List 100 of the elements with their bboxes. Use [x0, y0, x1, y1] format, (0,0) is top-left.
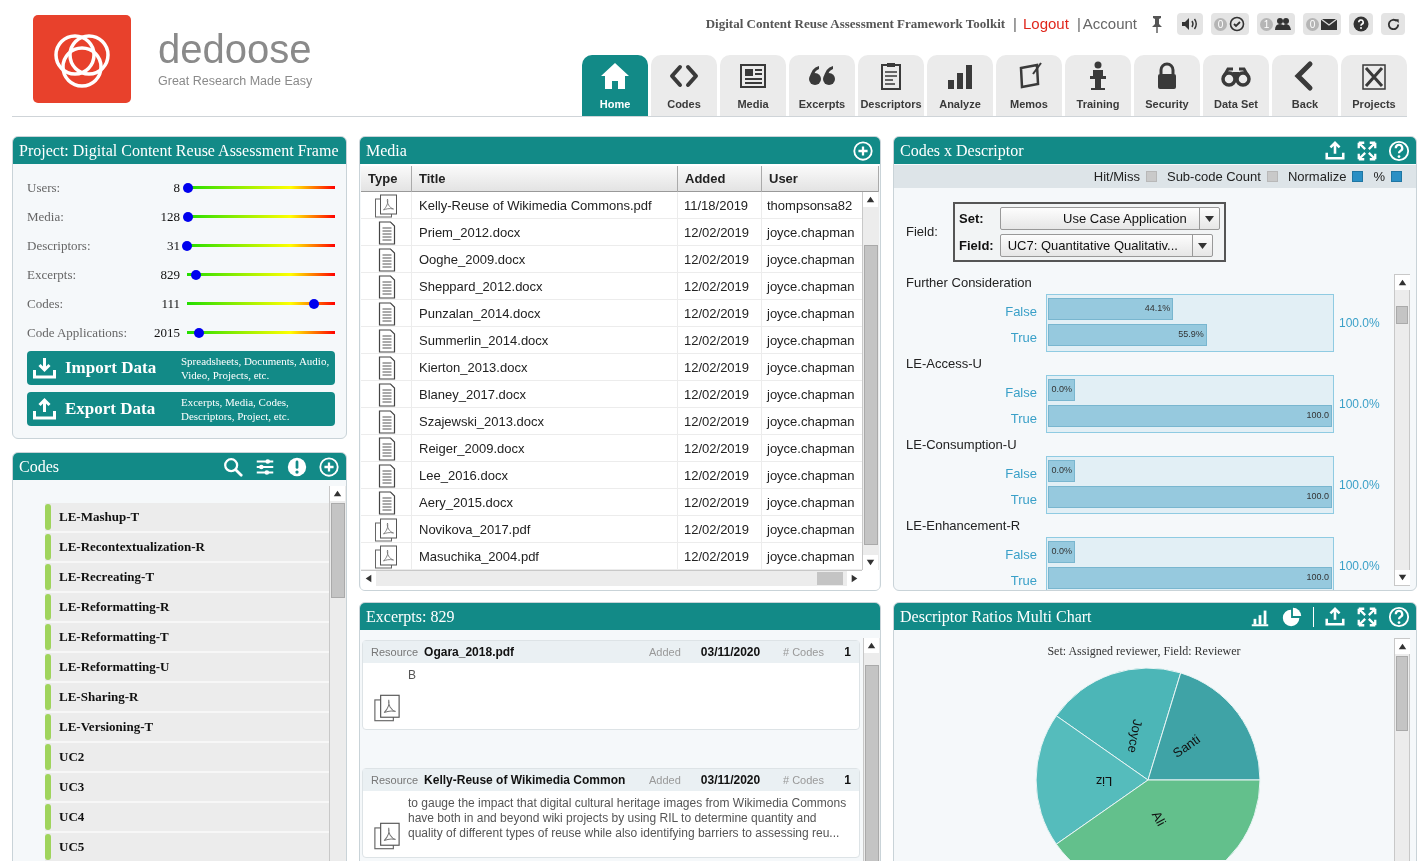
scrollbar[interactable]: [329, 486, 346, 861]
scrollbar-thumb[interactable]: [331, 503, 345, 598]
scroll-down-icon[interactable]: [863, 555, 878, 570]
pie-slice[interactable]: [1055, 779, 1261, 860]
pie-slice[interactable]: [1035, 715, 1149, 845]
nav-tab[interactable]: Data Set: [1203, 55, 1269, 116]
upload-icon[interactable]: [1324, 605, 1346, 628]
chart-subtitle: Set: Assigned reviewer, Field: Reviewer: [1046, 643, 1242, 660]
button-label: Import Data: [65, 357, 158, 380]
meter-thumb[interactable]: [182, 240, 192, 251]
column-header[interactable]: Title: [412, 166, 678, 192]
scroll-up-icon[interactable]: [863, 192, 878, 207]
checkbox[interactable]: [1391, 171, 1402, 182]
nav-tab[interactable]: Analyze: [927, 55, 993, 116]
refresh-button[interactable]: [1381, 13, 1405, 35]
table-cell: Kierton_2013.docx: [412, 354, 678, 381]
button-label: Export Data: [65, 398, 157, 421]
nav-tab[interactable]: Back: [1272, 55, 1338, 116]
scroll-up-icon[interactable]: [330, 486, 345, 501]
bar-value: 55.9%: [1178, 328, 1204, 342]
scroll-up-icon[interactable]: [864, 638, 879, 653]
stat-value: 111: [160, 294, 180, 313]
scrollbar[interactable]: [862, 192, 879, 570]
table-cell: Punzalan_2014.docx: [412, 300, 678, 327]
option-label: Hit/Miss: [1093, 167, 1140, 186]
check-circle-icon: [1228, 16, 1246, 32]
nav-tab[interactable]: Media: [720, 55, 786, 116]
stat-value: 829: [159, 265, 180, 284]
code-item[interactable]: UC3: [45, 773, 329, 803]
scroll-down-icon[interactable]: [1395, 570, 1410, 585]
scrollbar-thumb[interactable]: [865, 665, 879, 861]
pie-slice[interactable]: [1147, 672, 1261, 781]
nav-tab[interactable]: Training: [1065, 55, 1131, 116]
export-data-button[interactable]: Export Data Excerpts, Media, Codes, Descriptors, Project, etc.: [27, 392, 335, 426]
scrollbar[interactable]: [1394, 274, 1410, 586]
code-item[interactable]: LE-Reformatting-R: [45, 593, 329, 623]
meter-thumb[interactable]: [190, 269, 201, 280]
meter-thumb[interactable]: [183, 182, 194, 193]
bar-label: False: [1005, 383, 1037, 402]
code-item[interactable]: UC2: [45, 743, 329, 773]
meter-thumb[interactable]: [183, 211, 194, 222]
pdf-file-icon: [372, 821, 402, 851]
sound-button[interactable]: [1177, 13, 1203, 35]
code-item[interactable]: LE-Versioning-T: [45, 713, 329, 743]
import-data-button[interactable]: Import Data Spreadsheets, Documents, Audio, Video, Projects, etc.: [27, 351, 335, 385]
account-link[interactable]: Account: [1082, 12, 1137, 36]
nav-tab[interactable]: Home: [582, 55, 648, 116]
scrollbar-thumb[interactable]: [1396, 306, 1408, 324]
code-item[interactable]: LE-Reformatting-T: [45, 623, 329, 653]
nav-tab[interactable]: Codes: [651, 55, 717, 116]
nav-tab[interactable]: Projects: [1341, 55, 1407, 116]
nav-tab[interactable]: Memos: [996, 55, 1062, 116]
button-description: Spreadsheets, Documents, Audio, Video, Projects, etc.: [181, 354, 331, 382]
dropdown[interactable]: Use Case Application: [999, 207, 1220, 230]
add-icon[interactable]: [852, 139, 874, 162]
help-icon[interactable]: [1388, 139, 1410, 162]
scrollbar-thumb[interactable]: [1396, 656, 1408, 731]
meter-thumb[interactable]: [309, 298, 320, 309]
checkbox[interactable]: [1266, 171, 1278, 182]
upload-icon[interactable]: [1324, 139, 1346, 162]
search-icon[interactable]: [222, 455, 244, 478]
expand-icon[interactable]: [1356, 139, 1378, 162]
meter-thumb[interactable]: [193, 327, 204, 338]
scrollbar-thumb[interactable]: [817, 572, 843, 585]
column-header[interactable]: Added: [678, 166, 762, 192]
table-cell: 12/02/2019: [678, 246, 762, 273]
bar-value: 100.0: [1306, 490, 1329, 504]
scrollbar[interactable]: [361, 570, 862, 586]
scrollbar[interactable]: [863, 638, 880, 861]
nav-tab[interactable]: Descriptors: [858, 55, 924, 116]
help-button[interactable]: [1349, 13, 1373, 35]
stat-label: Users:: [27, 178, 62, 197]
scrollbar[interactable]: [1394, 638, 1410, 861]
nav-tab[interactable]: Excerpts: [789, 55, 855, 116]
code-item[interactable]: LE-Mashup-T: [45, 503, 329, 533]
total-label: 100.0%: [1339, 396, 1380, 413]
code-item[interactable]: UC4: [45, 803, 329, 833]
scrollbar-thumb[interactable]: [864, 245, 878, 545]
help-icon[interactable]: [1388, 605, 1410, 628]
scroll-left-icon[interactable]: [361, 571, 376, 586]
dropdown[interactable]: UC7: Quantitative Qualitativ...: [999, 234, 1213, 257]
code-count: 1: [844, 772, 851, 789]
alert-icon[interactable]: [286, 455, 308, 478]
column-header[interactable]: Type: [361, 166, 412, 192]
scroll-up-icon[interactable]: [1395, 275, 1410, 290]
code-item[interactable]: LE-Reformatting-U: [45, 653, 329, 683]
checkbox[interactable]: [1145, 171, 1157, 182]
field-label: Added: [649, 644, 681, 660]
logout-link[interactable]: Logout: [1023, 12, 1069, 36]
code-item[interactable]: LE-Recreating-T: [45, 563, 329, 593]
nav-tab[interactable]: Security: [1134, 55, 1200, 116]
code-item[interactable]: LE-Recontextualization-R: [45, 533, 329, 563]
logo-wordmark: dedoose: [158, 27, 313, 70]
expand-icon[interactable]: [1356, 605, 1378, 628]
checkbox[interactable]: [1352, 171, 1364, 182]
code-item[interactable]: UC5: [45, 833, 329, 861]
code-item[interactable]: LE-Sharing-R: [45, 683, 329, 713]
add-icon[interactable]: [318, 455, 340, 478]
pie-chart-icon[interactable]: [1281, 605, 1303, 628]
scroll-up-icon[interactable]: [1395, 639, 1410, 654]
